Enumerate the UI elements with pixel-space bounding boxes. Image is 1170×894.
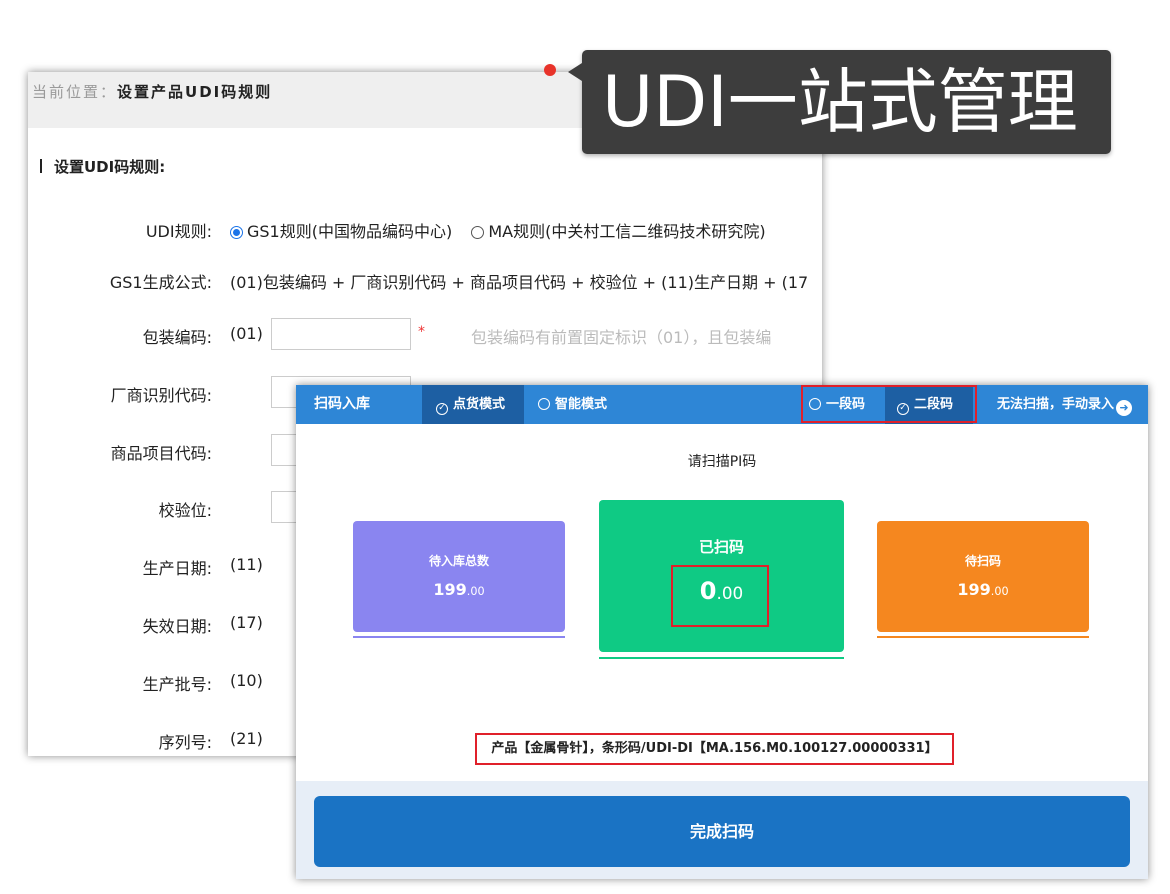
package-code-label: 包装编码: — [142, 328, 212, 347]
scan-inbound-window: 扫码入库 ✓ 点货模式 智能模式 一段码 ✓ 二段码 无法扫描，手动录入 ➜ 请扫描P… — [296, 385, 1148, 879]
breadcrumb-current: 设置产品UDI码规则 — [117, 83, 273, 101]
manual-entry-link[interactable]: 无法扫描，手动录入 ➜ — [997, 385, 1133, 424]
required-mark: * — [418, 324, 425, 340]
ma-radio-label[interactable]: MA规则(中关村工信二维码技术研究院) — [488, 222, 765, 241]
tab-smart-mode[interactable]: 智能模式 — [538, 385, 607, 424]
breadcrumb: 当前位置：设置产品UDI码规则 — [32, 81, 272, 102]
pending-total-card: 待入库总数 199.00 — [353, 521, 565, 632]
to-scan-underline — [877, 636, 1089, 638]
serial-number-label: 序列号: — [158, 733, 212, 752]
to-scan-label: 待扫码 — [964, 554, 1001, 568]
callout-dot — [544, 64, 556, 76]
arrow-right-icon: ➜ — [1116, 400, 1133, 416]
gs1-radio[interactable] — [230, 226, 243, 239]
callout-text: UDI一站式管理 — [602, 61, 1078, 143]
package-code-hint: 包装编码有前置固定标识（01），且包装编 — [471, 328, 772, 347]
scan-prompt: 请扫描PI码 — [687, 454, 757, 470]
manual-entry-label: 无法扫描，手动录入 — [997, 397, 1115, 412]
section-title-text: 设置UDI码规则: — [54, 158, 166, 176]
ma-radio[interactable] — [471, 226, 485, 239]
check-circle-icon: ✓ — [436, 403, 448, 415]
section-bar — [40, 159, 42, 173]
circle-icon — [538, 398, 550, 410]
breadcrumb-prefix: 当前位置： — [32, 83, 118, 101]
product-info-text: 产品【金属骨针】，条形码/UDI-DI【MA.156.M0.100127.000… — [491, 741, 938, 756]
udi-rule-row: UDI规则: GS1规则(中国物品编码中心) MA规则(中关村工信二维码技术研究… — [28, 218, 822, 242]
gs1-radio-label[interactable]: GS1规则(中国物品编码中心) — [247, 222, 452, 241]
check-digit-label: 校验位: — [158, 501, 212, 520]
tab-count-mode[interactable]: ✓ 点货模式 — [422, 385, 524, 424]
manufacturer-code-label: 厂商识别代码: — [110, 386, 212, 405]
pending-total-underline — [353, 636, 565, 638]
finish-scan-button[interactable]: 完成扫码 — [314, 796, 1130, 867]
batch-number-label: 生产批号: — [142, 675, 212, 694]
scanned-label: 已扫码 — [698, 538, 744, 556]
section-title: 设置UDI码规则: — [40, 156, 165, 177]
to-scan-card: 待扫码 199.00 — [877, 521, 1089, 632]
tab-count-mode-label: 点货模式 — [453, 397, 506, 412]
package-code-input[interactable] — [271, 318, 411, 350]
window-title: 扫码入库 — [314, 396, 370, 412]
formula-value: (01)包装编码 + 厂商识别代码 + 商品项目代码 + 校验位 + (11)生… — [230, 273, 809, 292]
item-code-label: 商品项目代码: — [110, 444, 212, 463]
product-info-line: 产品【金属骨针】，条形码/UDI-DI【MA.156.M0.100127.000… — [475, 733, 954, 765]
batch-number-prefix: (10) — [230, 671, 263, 690]
tab-smart-mode-label: 智能模式 — [555, 397, 608, 412]
pending-total-value: 199.00 — [433, 580, 485, 599]
production-date-label: 生产日期: — [142, 559, 212, 578]
to-scan-value: 199.00 — [957, 580, 1009, 599]
serial-number-prefix: (21) — [230, 729, 263, 748]
top-bar: 扫码入库 ✓ 点货模式 智能模式 一段码 ✓ 二段码 无法扫描，手动录入 ➜ — [296, 385, 1148, 424]
expiry-date-label: 失效日期: — [142, 617, 212, 636]
scanned-highlight-box — [671, 565, 769, 627]
expiry-date-prefix: (17) — [230, 613, 263, 632]
segment-highlight-box — [801, 385, 977, 423]
scanned-underline — [599, 657, 844, 659]
formula-row: GS1生成公式: (01)包装编码 + 厂商识别代码 + 商品项目代码 + 校验… — [28, 269, 822, 293]
package-code-prefix: (01) — [230, 324, 263, 343]
production-date-prefix: (11) — [230, 555, 263, 574]
callout-bubble: UDI一站式管理 — [568, 50, 1111, 154]
formula-label: GS1生成公式: — [109, 273, 212, 292]
udi-rule-label: UDI规则: — [145, 222, 212, 241]
pending-total-label: 待入库总数 — [428, 554, 489, 568]
